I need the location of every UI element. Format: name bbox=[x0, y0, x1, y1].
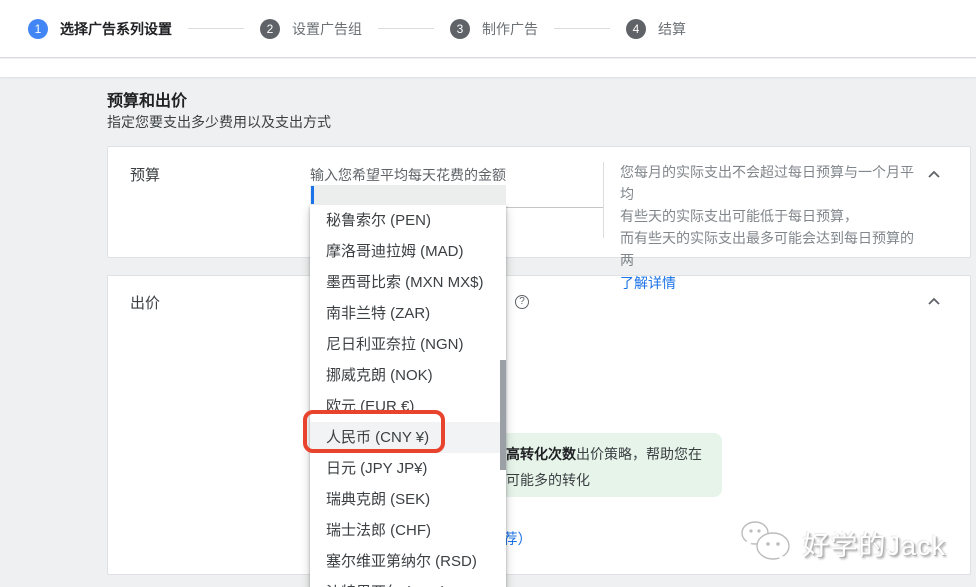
section-title: 预算和出价 bbox=[107, 87, 187, 111]
dropdown-item[interactable]: 挪威克朗 (NOK) bbox=[310, 360, 506, 391]
note-line-1: 提高转化次数出价策略，帮助您在 bbox=[492, 441, 706, 467]
step-4-circle: 4 bbox=[626, 19, 646, 39]
dropdown-item-label: 尼日利亚奈拉 (NGN) bbox=[326, 336, 464, 353]
bidding-label: 出价 bbox=[130, 292, 160, 313]
conversion-strategy-note: 提高转化次数出价策略，帮助您在 尽可能多的转化 bbox=[476, 433, 722, 497]
dropdown-item-label: 欧元 (EUR €) bbox=[326, 398, 414, 415]
step-1-campaign-settings[interactable]: 1 选择广告系列设置 bbox=[28, 19, 172, 39]
dropdown-item[interactable]: 南非兰特 (ZAR) bbox=[310, 298, 506, 329]
dropdown-item-label: 人民币 (CNY ¥) bbox=[326, 429, 429, 446]
budget-label: 预算 bbox=[130, 164, 160, 185]
step-1-label: 选择广告系列设置 bbox=[60, 19, 172, 39]
step-3-create-ad[interactable]: 3 制作广告 bbox=[450, 19, 538, 39]
note-line-2: 尽可能多的转化 bbox=[492, 467, 706, 493]
step-4-billing[interactable]: 4 结算 bbox=[626, 19, 686, 39]
dropdown-item-label: 挪威克朗 (NOK) bbox=[326, 367, 433, 384]
dropdown-item-label: 秘鲁索尔 (PEN) bbox=[326, 212, 431, 229]
section-subtitle: 指定您要支出多少费用以及支出方式 bbox=[107, 112, 331, 132]
help-line: 您每月的实际支出不会超过每日预算与一个月平均 bbox=[620, 161, 920, 205]
dropdown-item[interactable]: 人民币 (CNY ¥) bbox=[310, 422, 506, 453]
dropdown-item[interactable]: 摩洛哥迪拉姆 (MAD) bbox=[310, 236, 506, 267]
stepper-connector bbox=[378, 28, 434, 29]
step-3-label: 制作广告 bbox=[482, 19, 538, 39]
dropdown-item-label: 南非兰特 (ZAR) bbox=[326, 305, 430, 322]
currency-dropdown-menu: 秘鲁索尔 (PEN) 摩洛哥迪拉姆 (MAD) 墨西哥比索 (MXN MX$) … bbox=[310, 205, 506, 587]
stepper-connector bbox=[188, 28, 244, 29]
card-divider bbox=[603, 162, 604, 238]
dropdown-item-label: 日元 (JPY JP¥) bbox=[326, 460, 427, 477]
dropdown-item-label: 瑞士法郎 (CHF) bbox=[326, 522, 431, 539]
help-line: 有些天的实际支出可能低于每日预算， bbox=[620, 205, 920, 227]
dropdown-item-label: 摩洛哥迪拉姆 (MAD) bbox=[326, 243, 464, 260]
step-2-label: 设置广告组 bbox=[292, 19, 362, 39]
dropdown-scrollbar-thumb[interactable] bbox=[500, 360, 506, 470]
budget-help-panel: 您每月的实际支出不会超过每日预算与一个月平均 有些天的实际支出可能低于每日预算，… bbox=[620, 161, 920, 294]
campaign-settings-page: 1 选择广告系列设置 2 设置广告组 3 制作广告 4 结算 预算和出价 指定您… bbox=[0, 0, 976, 587]
collapse-chevron-icon[interactable] bbox=[926, 167, 942, 183]
step-1-circle: 1 bbox=[28, 19, 48, 39]
stepper-bar: 1 选择广告系列设置 2 设置广告组 3 制作广告 4 结算 bbox=[0, 0, 976, 58]
budget-input-hint: 输入您希望平均每天花费的金额 bbox=[310, 165, 506, 185]
dropdown-item-label: 墨西哥比索 (MXN MX$) bbox=[326, 274, 484, 291]
dropdown-item[interactable]: 塞尔维亚第纳尔 (RSD) bbox=[310, 546, 506, 577]
bidding-card bbox=[107, 275, 971, 575]
help-line: 而有些天的实际支出最多可能会达到每日预算的两 bbox=[620, 227, 920, 271]
dropdown-item[interactable]: 日元 (JPY JP¥) bbox=[310, 453, 506, 484]
dropdown-item[interactable]: 尼日利亚奈拉 (NGN) bbox=[310, 329, 506, 360]
currency-select-field[interactable] bbox=[310, 185, 506, 205]
dropdown-item[interactable]: 秘鲁索尔 (PEN) bbox=[310, 205, 506, 236]
help-icon[interactable]: ? bbox=[515, 295, 529, 309]
input-underline bbox=[506, 207, 603, 208]
dropdown-item[interactable]: 欧元 (EUR €) bbox=[310, 391, 506, 422]
dropdown-item[interactable]: 瑞士法郎 (CHF) bbox=[310, 515, 506, 546]
dropdown-item-label: 瑞典克朗 (SEK) bbox=[326, 491, 430, 508]
collapse-chevron-icon[interactable] bbox=[926, 294, 942, 310]
step-2-ad-group[interactable]: 2 设置广告组 bbox=[260, 19, 362, 39]
dropdown-item-label: 塞尔维亚第纳尔 (RSD) bbox=[326, 553, 477, 570]
dropdown-item[interactable]: 瑞典克朗 (SEK) bbox=[310, 484, 506, 515]
text-cursor bbox=[311, 186, 314, 204]
header-subband bbox=[0, 59, 976, 77]
step-2-circle: 2 bbox=[260, 19, 280, 39]
dropdown-item[interactable]: 墨西哥比索 (MXN MX$) bbox=[310, 267, 506, 298]
dropdown-item[interactable]: 沙特里亚尔 (SAR) bbox=[310, 577, 506, 587]
step-4-label: 结算 bbox=[658, 19, 686, 39]
stepper-connector bbox=[554, 28, 610, 29]
step-3-circle: 3 bbox=[450, 19, 470, 39]
learn-more-link[interactable]: 了解详情 bbox=[620, 272, 676, 294]
